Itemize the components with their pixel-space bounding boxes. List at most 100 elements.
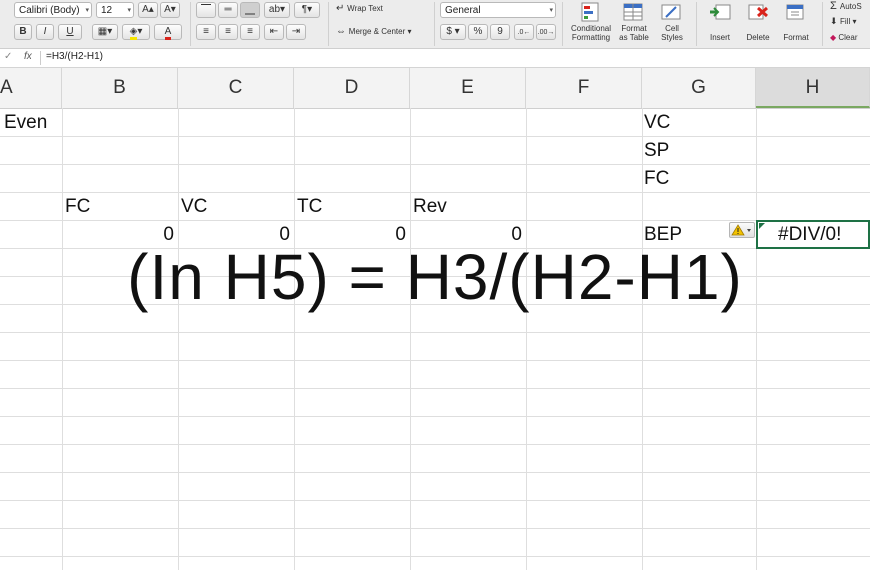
- conditional-formatting-label-1: Conditional: [570, 24, 612, 33]
- currency-format-button[interactable]: $ ▾: [440, 24, 466, 40]
- chevron-down-icon: ▾: [127, 7, 131, 14]
- fill-button[interactable]: ⬇ Fill ▾: [830, 16, 870, 27]
- clear-button[interactable]: ◆ Clear: [830, 33, 870, 42]
- underline-button[interactable]: U: [58, 24, 82, 40]
- increase-indent-icon: ⇥: [291, 26, 301, 37]
- align-middle-button[interactable]: ═: [218, 2, 238, 18]
- column-header-e[interactable]: E: [410, 68, 526, 108]
- delete-button[interactable]: Delete: [740, 2, 776, 42]
- merge-center-label: Merge & Center: [348, 27, 406, 36]
- borders-button[interactable]: ▦▾: [92, 24, 118, 40]
- cell-c4[interactable]: VC: [181, 196, 207, 218]
- column-header-h[interactable]: H: [756, 68, 870, 108]
- paragraph-direction-button[interactable]: ¶▾: [294, 2, 320, 18]
- column-header-c[interactable]: C: [178, 68, 294, 108]
- fill-color-icon: ◈: [129, 26, 138, 40]
- font-size-value: 12: [101, 5, 113, 16]
- ribbon-divider: [822, 2, 823, 46]
- font-name-select[interactable]: Calibri (Body) ▾: [14, 2, 92, 18]
- conditional-formatting-button[interactable]: Conditional Formatting: [566, 2, 616, 42]
- grid-line: [0, 528, 870, 529]
- bold-button[interactable]: B: [14, 24, 32, 40]
- grid-line: [0, 192, 870, 193]
- font-size-select[interactable]: 12 ▾: [96, 2, 134, 18]
- fill-down-icon: ⬇: [830, 16, 841, 26]
- fill-color-button[interactable]: ◈▾: [122, 24, 150, 40]
- check-icon[interactable]: ✓: [4, 51, 12, 62]
- delete-label: Delete: [746, 33, 770, 42]
- formula-bar-divider: [40, 51, 41, 65]
- ribbon-divider: [190, 2, 191, 46]
- column-header-g[interactable]: G: [642, 68, 756, 108]
- ribbon-divider: [328, 2, 329, 46]
- decrease-decimal-icon: .00→: [537, 29, 555, 36]
- merge-center-button[interactable]: ⇔ Merge & Center ▾: [336, 27, 432, 37]
- format-as-table-icon: [623, 3, 643, 21]
- align-center-button[interactable]: ≡: [218, 24, 238, 40]
- increase-font-size-button[interactable]: A▴: [138, 2, 158, 18]
- cell-g1[interactable]: VC: [644, 112, 670, 134]
- decrease-indent-icon: ⇤: [269, 26, 279, 37]
- align-top-icon: ⎺: [201, 4, 211, 15]
- decrease-decimal-button[interactable]: .00→: [536, 24, 556, 40]
- increase-indent-button[interactable]: ⇥: [286, 24, 306, 40]
- grid-line: [0, 136, 870, 137]
- align-bottom-button[interactable]: ⎽: [240, 2, 260, 18]
- font-color-button[interactable]: A: [154, 24, 182, 40]
- column-header-d[interactable]: D: [294, 68, 410, 108]
- grid-line: [0, 416, 870, 417]
- fx-icon[interactable]: fx: [24, 51, 32, 62]
- italic-button[interactable]: I: [36, 24, 54, 40]
- decrease-font-size-button[interactable]: A▾: [160, 2, 180, 18]
- align-center-icon: ≡: [225, 26, 231, 37]
- number-format-select[interactable]: General ▾: [440, 2, 556, 18]
- conditional-formatting-label-2: Formatting: [571, 33, 611, 42]
- wrap-text-label: Wrap Text: [347, 4, 383, 13]
- error-indicator-icon: [759, 223, 765, 229]
- grid-line: [0, 472, 870, 473]
- column-header-b[interactable]: B: [62, 68, 178, 108]
- insert-label: Insert: [709, 33, 730, 42]
- formula-bar: ✓ fx =H3/(H2-H1): [0, 49, 870, 68]
- decrease-indent-button[interactable]: ⇤: [264, 24, 284, 40]
- align-left-button[interactable]: ≡: [196, 24, 216, 40]
- wrap-text-button[interactable]: ↵ Wrap Text: [336, 4, 420, 14]
- cell-b4[interactable]: FC: [65, 196, 90, 218]
- align-bottom-icon: ⎽: [245, 4, 255, 15]
- cell-styles-label-1: Cell: [665, 24, 679, 33]
- overlay-annotation: (In H5) = H3/(H2-H1): [127, 241, 743, 313]
- sigma-icon: Σ: [830, 0, 840, 12]
- cell-g2[interactable]: SP: [644, 140, 669, 162]
- cell-styles-button[interactable]: Cell Styles: [654, 2, 690, 42]
- insert-button[interactable]: Insert: [702, 2, 738, 42]
- cell-e4[interactable]: Rev: [413, 196, 447, 218]
- formula-input[interactable]: =H3/(H2-H1): [46, 51, 103, 62]
- format-button[interactable]: Format: [778, 2, 814, 42]
- increase-font-icon: A▴: [142, 4, 154, 15]
- increase-decimal-button[interactable]: .0←: [514, 24, 534, 40]
- format-cells-icon: [786, 4, 804, 20]
- align-right-button[interactable]: ≡: [240, 24, 260, 40]
- cell-g3[interactable]: FC: [644, 168, 669, 190]
- percent-style-button[interactable]: %: [468, 24, 488, 40]
- column-header-a[interactable]: A: [0, 68, 62, 108]
- orientation-button[interactable]: ab▾: [264, 2, 290, 18]
- autosum-button[interactable]: Σ AutoS: [830, 0, 870, 12]
- comma-style-button[interactable]: 9: [490, 24, 510, 40]
- chevron-down-icon: ▾: [85, 7, 89, 14]
- autosum-label: AutoS: [839, 2, 862, 11]
- format-as-table-label-1: Format: [621, 24, 647, 33]
- format-as-table-button[interactable]: Format as Table: [616, 2, 652, 42]
- ribbon-divider: [434, 2, 435, 46]
- column-header-f[interactable]: F: [526, 68, 642, 108]
- cell-styles-label-2: Styles: [661, 33, 683, 42]
- cell-a1[interactable]: Even: [4, 112, 47, 134]
- grid-line: [0, 388, 870, 389]
- align-top-button[interactable]: ⎺: [196, 2, 216, 18]
- cell-d4[interactable]: TC: [297, 196, 322, 218]
- error-checking-button[interactable]: [729, 222, 755, 238]
- grid-line: [0, 360, 870, 361]
- fill-label: Fill: [840, 17, 851, 26]
- delete-cells-icon: [748, 4, 768, 20]
- align-left-icon: ≡: [203, 26, 209, 37]
